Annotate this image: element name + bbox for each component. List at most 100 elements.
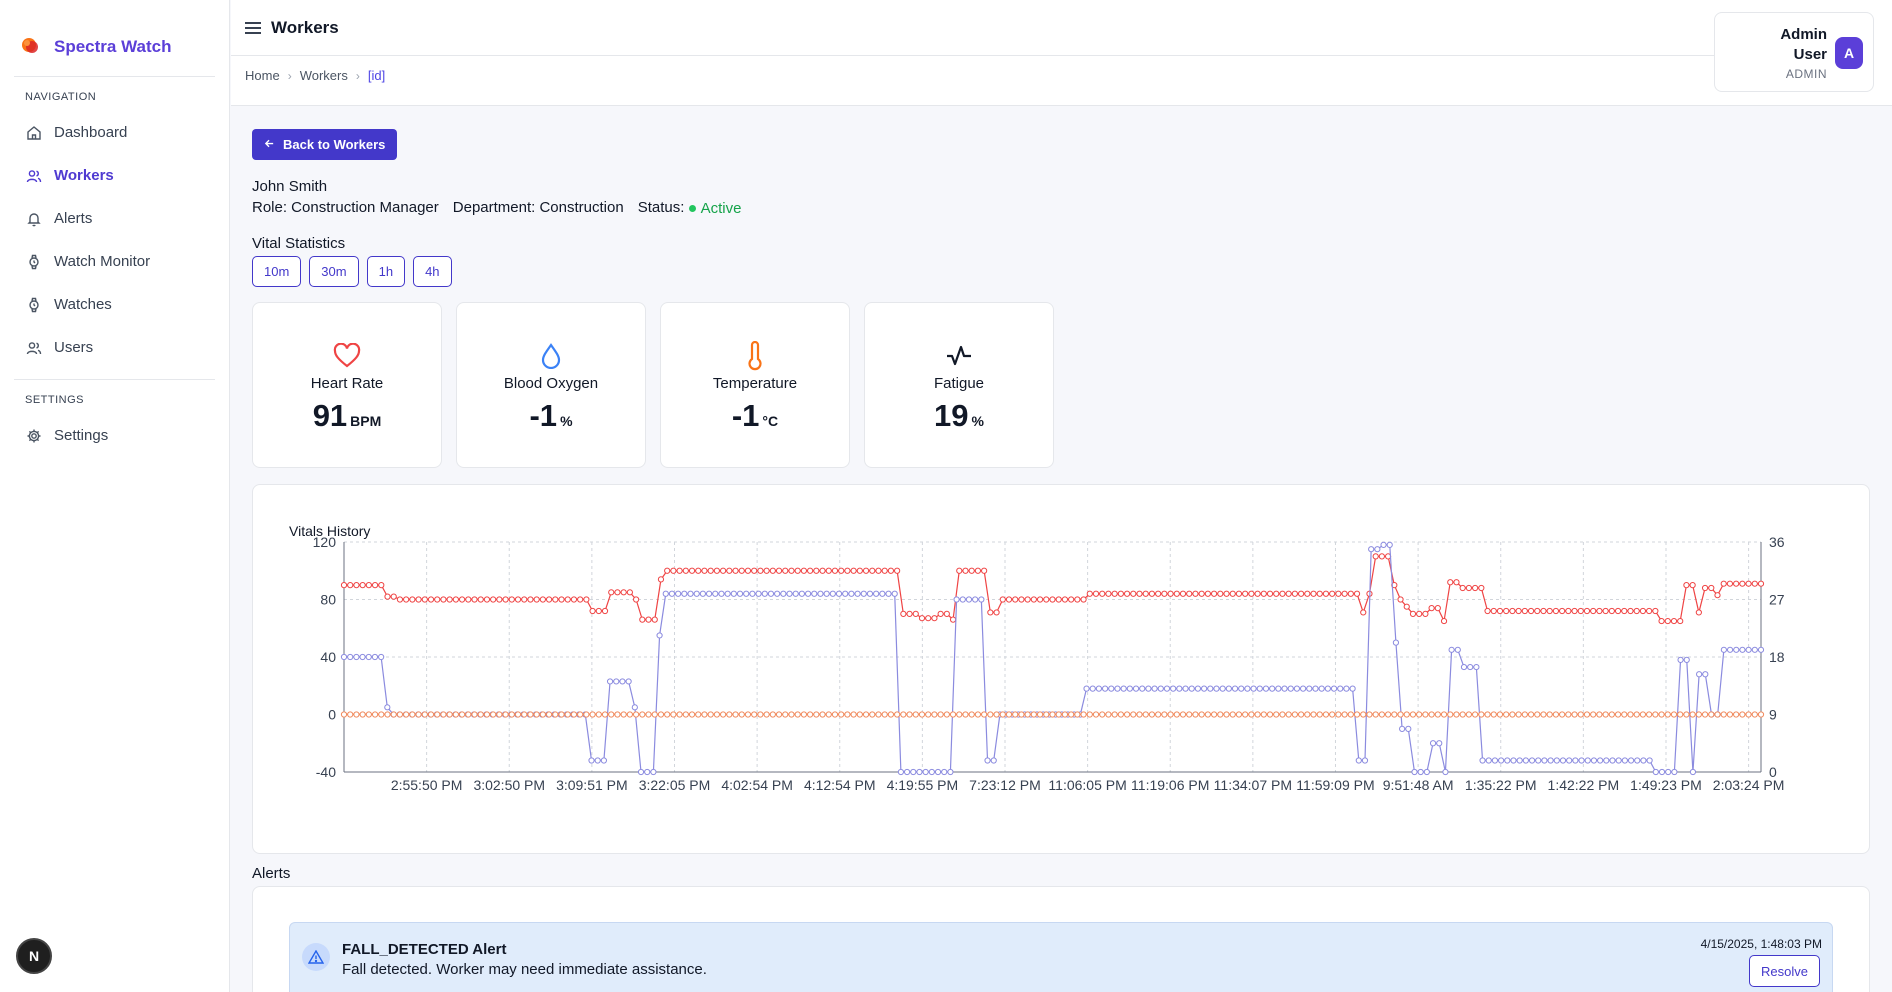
data-point-heart-rate — [1701, 584, 1709, 592]
fatigue-card: Fatigue 19% — [864, 302, 1054, 468]
range-4h-button[interactable]: 4h — [413, 256, 452, 287]
sidebar-item-watch-monitor[interactable]: Watch Monitor — [0, 240, 229, 283]
data-point-temperature — [1179, 711, 1187, 718]
data-point-blood-oxygen — [879, 590, 886, 597]
data-point-temperature — [1733, 711, 1740, 718]
avatar[interactable]: A — [1835, 37, 1863, 69]
data-point-heart-rate — [844, 567, 851, 574]
vitals-history-chart[interactable]: -4004080120091827362:55:50 PM 3:02:50 PM 3… — [253, 485, 1871, 855]
data-point-temperature — [1198, 711, 1205, 718]
sidebar-item-workers[interactable]: Workers — [0, 154, 229, 197]
data-point-heart-rate — [1608, 607, 1615, 615]
data-point-temperature — [1204, 711, 1211, 718]
data-point-blood-oxygen — [842, 590, 849, 597]
nextjs-badge[interactable]: N — [16, 938, 52, 974]
data-point-heart-rate — [1242, 590, 1249, 597]
data-point-temperature — [850, 711, 857, 718]
range-30m-button[interactable]: 30m — [309, 256, 359, 287]
menu-toggle-icon[interactable] — [245, 21, 261, 34]
user-menu[interactable]: Admin User ADMIN A — [1714, 12, 1874, 92]
data-point-temperature — [633, 711, 640, 718]
data-point-blood-oxygen — [340, 653, 348, 661]
y-tick-label-right: 18 — [1769, 649, 1785, 665]
data-point-blood-oxygen — [353, 653, 360, 661]
data-point-heart-rate — [1043, 596, 1050, 603]
data-point-temperature — [1633, 711, 1640, 718]
data-point-heart-rate — [1186, 590, 1193, 597]
gear-icon — [25, 427, 42, 444]
data-point-blood-oxygen — [1528, 757, 1536, 764]
data-point-heart-rate — [471, 596, 478, 603]
data-point-heart-rate — [639, 616, 646, 623]
data-point-heart-rate — [800, 567, 808, 574]
data-point-blood-oxygen — [1324, 685, 1331, 692]
data-point-temperature — [974, 711, 982, 718]
data-point-heart-rate — [427, 596, 435, 603]
breadcrumb-home[interactable]: Home — [245, 68, 280, 83]
data-point-blood-oxygen — [1584, 757, 1591, 764]
sidebar-item-dashboard[interactable]: Dashboard — [0, 111, 229, 154]
data-point-heart-rate — [813, 567, 820, 574]
data-point-temperature — [427, 711, 435, 718]
data-point-temperature — [1571, 711, 1578, 718]
data-point-heart-rate — [1372, 553, 1379, 560]
data-point-blood-oxygen — [1473, 663, 1480, 671]
data-point-heart-rate — [353, 582, 360, 589]
data-point-temperature — [483, 711, 491, 718]
data-point-blood-oxygen — [873, 590, 880, 597]
data-point-blood-oxygen — [1083, 685, 1090, 692]
data-point-blood-oxygen — [1510, 757, 1517, 764]
data-point-temperature — [782, 711, 789, 718]
data-point-heart-rate — [1266, 590, 1274, 597]
data-point-blood-oxygen — [1689, 768, 1697, 776]
data-point-temperature — [701, 711, 708, 718]
data-point-blood-oxygen — [1609, 757, 1616, 764]
data-point-blood-oxygen — [761, 590, 768, 597]
data-point-blood-oxygen — [1182, 685, 1189, 692]
data-point-heart-rate — [1155, 590, 1162, 597]
data-point-blood-oxygen — [786, 590, 793, 597]
data-point-heart-rate — [664, 567, 671, 574]
sidebar-item-users[interactable]: Users — [0, 326, 229, 369]
data-point-blood-oxygen — [1392, 639, 1400, 646]
breadcrumb-workers[interactable]: Workers — [300, 68, 348, 83]
data-point-heart-rate — [676, 567, 683, 574]
data-point-blood-oxygen — [1454, 646, 1461, 653]
data-point-heart-rate — [751, 567, 758, 574]
x-tick-label: 7:23:12 PM — [969, 777, 1041, 793]
range-1h-button[interactable]: 1h — [366, 256, 406, 287]
data-point-temperature — [807, 711, 814, 718]
data-point-heart-rate — [1496, 607, 1504, 615]
data-point-temperature — [1018, 711, 1025, 718]
back-to-workers-button[interactable]: Back to Workers — [252, 129, 398, 160]
data-point-temperature — [1496, 711, 1504, 718]
data-point-heart-rate — [807, 567, 814, 574]
data-point-heart-rate — [1204, 590, 1211, 597]
data-point-heart-rate — [595, 607, 602, 615]
data-point-temperature — [1012, 711, 1019, 718]
data-point-heart-rate — [1223, 590, 1230, 597]
resolve-button[interactable]: Resolve — [1749, 955, 1820, 987]
data-point-temperature — [1583, 711, 1591, 718]
sidebar-item-watches[interactable]: Watches — [0, 283, 229, 326]
data-point-heart-rate — [1459, 584, 1466, 592]
sidebar-item-settings[interactable]: Settings — [0, 414, 229, 457]
data-point-temperature — [1403, 711, 1410, 718]
data-point-heart-rate — [1316, 590, 1323, 597]
data-point-heart-rate — [707, 567, 714, 574]
brand[interactable]: Spectra Watch — [0, 0, 229, 70]
data-point-blood-oxygen — [1739, 646, 1746, 653]
data-point-heart-rate — [1639, 607, 1647, 615]
data-point-temperature — [1708, 711, 1715, 718]
data-point-blood-oxygen — [1306, 685, 1313, 692]
data-point-temperature — [670, 711, 677, 718]
data-point-temperature — [738, 711, 745, 718]
sidebar-item-alerts[interactable]: Alerts — [0, 197, 229, 240]
data-point-temperature — [1391, 711, 1398, 718]
data-point-blood-oxygen — [1170, 685, 1177, 692]
data-point-heart-rate — [626, 589, 633, 596]
data-point-temperature — [831, 711, 839, 718]
data-point-temperature — [682, 711, 689, 718]
range-10m-button[interactable]: 10m — [252, 256, 302, 287]
data-point-temperature — [720, 711, 727, 718]
